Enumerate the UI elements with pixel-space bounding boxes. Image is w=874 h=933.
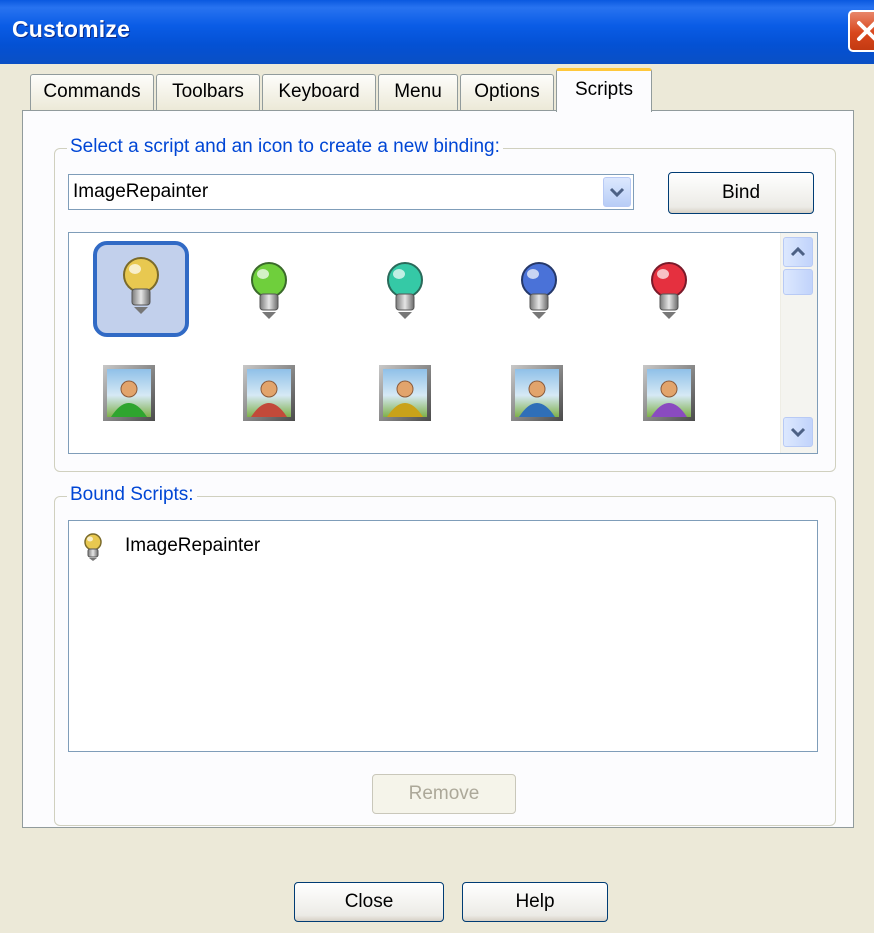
tab-scripts[interactable]: Scripts bbox=[556, 68, 652, 112]
person-green-icon bbox=[103, 365, 155, 421]
tab-toolbars[interactable]: Toolbars bbox=[156, 74, 260, 110]
bound-scripts-list[interactable]: ImageRepainter bbox=[68, 520, 818, 752]
help-button[interactable]: Help bbox=[462, 882, 608, 922]
scroll-up-icon[interactable] bbox=[783, 237, 813, 267]
person-purple-icon bbox=[643, 365, 695, 421]
bound-scripts-legend: Bound Scripts: bbox=[67, 484, 197, 506]
window-title: Customize bbox=[12, 16, 131, 42]
script-select[interactable]: ImageRepainter bbox=[68, 174, 634, 210]
icon-option-person-blue[interactable] bbox=[507, 361, 579, 433]
close-button[interactable]: Close bbox=[294, 882, 444, 922]
icon-option-bulb-yellow[interactable] bbox=[93, 241, 189, 337]
icon-picker-list[interactable] bbox=[68, 232, 818, 454]
icon-option-bulb-red[interactable] bbox=[633, 255, 705, 327]
icon-option-bulb-teal[interactable] bbox=[369, 255, 441, 327]
bulb-red-icon bbox=[651, 262, 687, 319]
icon-list-scrollbar[interactable] bbox=[780, 233, 817, 453]
bound-item-label: ImageRepainter bbox=[125, 535, 261, 556]
tab-menu[interactable]: Menu bbox=[378, 74, 458, 110]
bulb-teal-icon bbox=[387, 262, 423, 319]
icon-option-person-green[interactable] bbox=[99, 361, 171, 433]
person-blue-icon bbox=[511, 365, 563, 421]
bulb-yellow-icon bbox=[123, 257, 159, 314]
bulb-green-icon bbox=[251, 262, 287, 319]
bind-button[interactable]: Bind bbox=[668, 172, 814, 214]
script-select-value: ImageRepainter bbox=[73, 181, 209, 202]
bulb-blue-icon bbox=[521, 262, 557, 319]
tab-keyboard[interactable]: Keyboard bbox=[262, 74, 376, 110]
icon-option-person-gold[interactable] bbox=[375, 361, 447, 433]
chevron-down-icon[interactable] bbox=[603, 177, 631, 207]
icon-option-person-purple[interactable] bbox=[639, 361, 711, 433]
icon-option-person-red[interactable] bbox=[239, 361, 311, 433]
person-gold-icon bbox=[379, 365, 431, 421]
close-window-icon[interactable] bbox=[848, 10, 874, 52]
bulb-yellow-icon bbox=[84, 533, 102, 561]
scroll-down-icon[interactable] bbox=[783, 417, 813, 447]
remove-button[interactable]: Remove bbox=[372, 774, 516, 814]
scroll-thumb[interactable] bbox=[783, 269, 813, 295]
icon-option-bulb-blue[interactable] bbox=[503, 255, 575, 327]
person-red-icon bbox=[243, 365, 295, 421]
tab-commands[interactable]: Commands bbox=[30, 74, 154, 110]
title-bar[interactable]: Customize bbox=[0, 0, 874, 64]
icon-option-bulb-green[interactable] bbox=[233, 255, 305, 327]
new-binding-legend: Select a script and an icon to create a … bbox=[67, 136, 503, 158]
tab-options[interactable]: Options bbox=[460, 74, 554, 110]
